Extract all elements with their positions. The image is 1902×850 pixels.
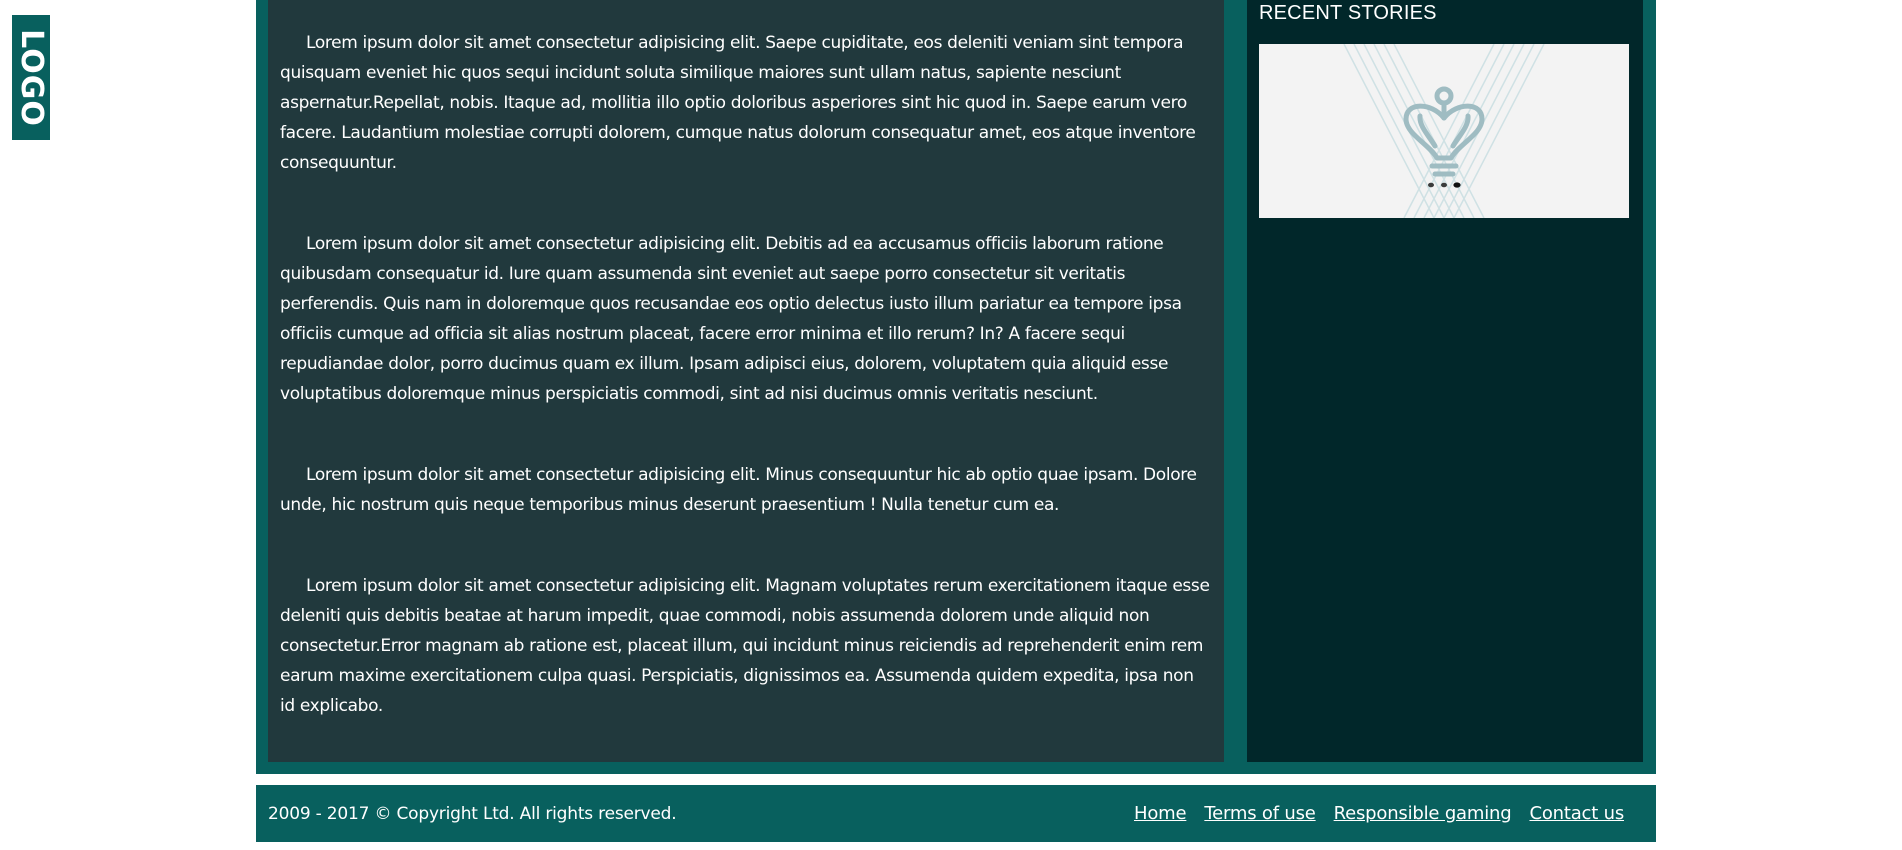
- sidebar: RECENT STORIES: [1247, 0, 1643, 762]
- main-frame: Lorem ipsum dolor sit amet consectetur a…: [256, 0, 1656, 774]
- site-logo[interactable]: LOGO: [12, 15, 50, 140]
- article-paragraph: Lorem ipsum dolor sit amet consectetur a…: [280, 576, 1210, 716]
- article-paragraph: Lorem ipsum dolor sit amet consectetur a…: [280, 234, 1182, 404]
- footer-link-contact[interactable]: Contact us: [1529, 803, 1624, 824]
- background-lines-icon: [1343, 44, 1545, 218]
- sidebar-title: RECENT STORIES: [1259, 2, 1437, 24]
- story-image: [1343, 44, 1545, 218]
- footer-nav: Home Terms of use Responsible gaming Con…: [1134, 803, 1624, 824]
- article-paragraph: Lorem ipsum dolor sit amet consectetur a…: [280, 33, 1196, 173]
- footer-link-home[interactable]: Home: [1134, 803, 1187, 824]
- footer-link-responsible-gaming[interactable]: Responsible gaming: [1334, 803, 1512, 824]
- article-paragraph: Lorem ipsum dolor sit amet consectetur a…: [280, 465, 1197, 515]
- loading-dots-icon: [1428, 182, 1461, 188]
- logo-text: LOGO: [14, 28, 49, 127]
- site-footer: 2009 - 2017 © Copyright Ltd. All rights …: [256, 785, 1656, 842]
- footer-link-terms[interactable]: Terms of use: [1204, 803, 1315, 824]
- copyright-text: 2009 - 2017 © Copyright Ltd. All rights …: [268, 803, 677, 824]
- recent-story-card[interactable]: [1259, 44, 1629, 218]
- article-content: Lorem ipsum dolor sit amet consectetur a…: [268, 0, 1224, 762]
